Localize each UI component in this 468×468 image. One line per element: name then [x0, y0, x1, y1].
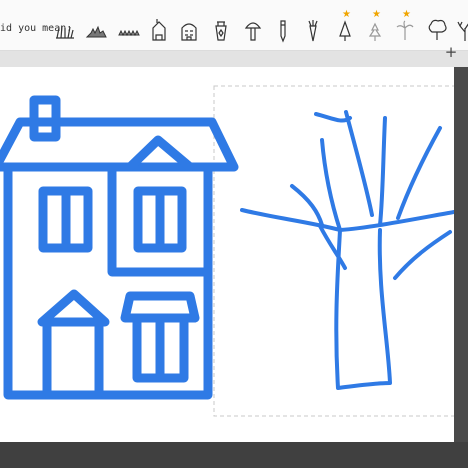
toolbar-strip — [0, 51, 468, 67]
grass-1-icon[interactable] — [52, 16, 78, 44]
carrot-icon[interactable] — [300, 16, 326, 44]
pencil-icon[interactable] — [270, 16, 296, 44]
bare-tree-icon[interactable] — [452, 16, 468, 44]
house-1-icon[interactable] — [146, 16, 172, 44]
add-button[interactable]: + — [444, 45, 458, 60]
grass-2-icon[interactable] — [84, 16, 110, 44]
drawing-surface — [0, 85, 454, 417]
tree-drawing[interactable] — [240, 110, 454, 390]
deciduous-tree-icon[interactable] — [424, 16, 450, 44]
pine-tree-1-icon[interactable]: ★ — [332, 10, 358, 44]
lantern-icon[interactable] — [208, 16, 234, 44]
mushroom-icon[interactable] — [240, 16, 266, 44]
star-icon: ★ — [342, 9, 351, 20]
canvas-edge — [454, 67, 468, 442]
pine-tree-2-icon[interactable]: ★ — [362, 10, 388, 44]
palm-tree-icon[interactable]: ★ — [392, 10, 418, 44]
star-icon: ★ — [402, 9, 411, 20]
star-icon: ★ — [372, 9, 381, 20]
drawing-canvas[interactable] — [0, 67, 454, 442]
house-2-icon[interactable] — [176, 16, 202, 44]
suggestion-bar: Did you mean: ★ ★ ★ — [0, 0, 468, 51]
house-drawing[interactable] — [0, 95, 239, 400]
grass-3-icon[interactable] — [116, 16, 142, 44]
bottom-panel — [0, 442, 468, 468]
